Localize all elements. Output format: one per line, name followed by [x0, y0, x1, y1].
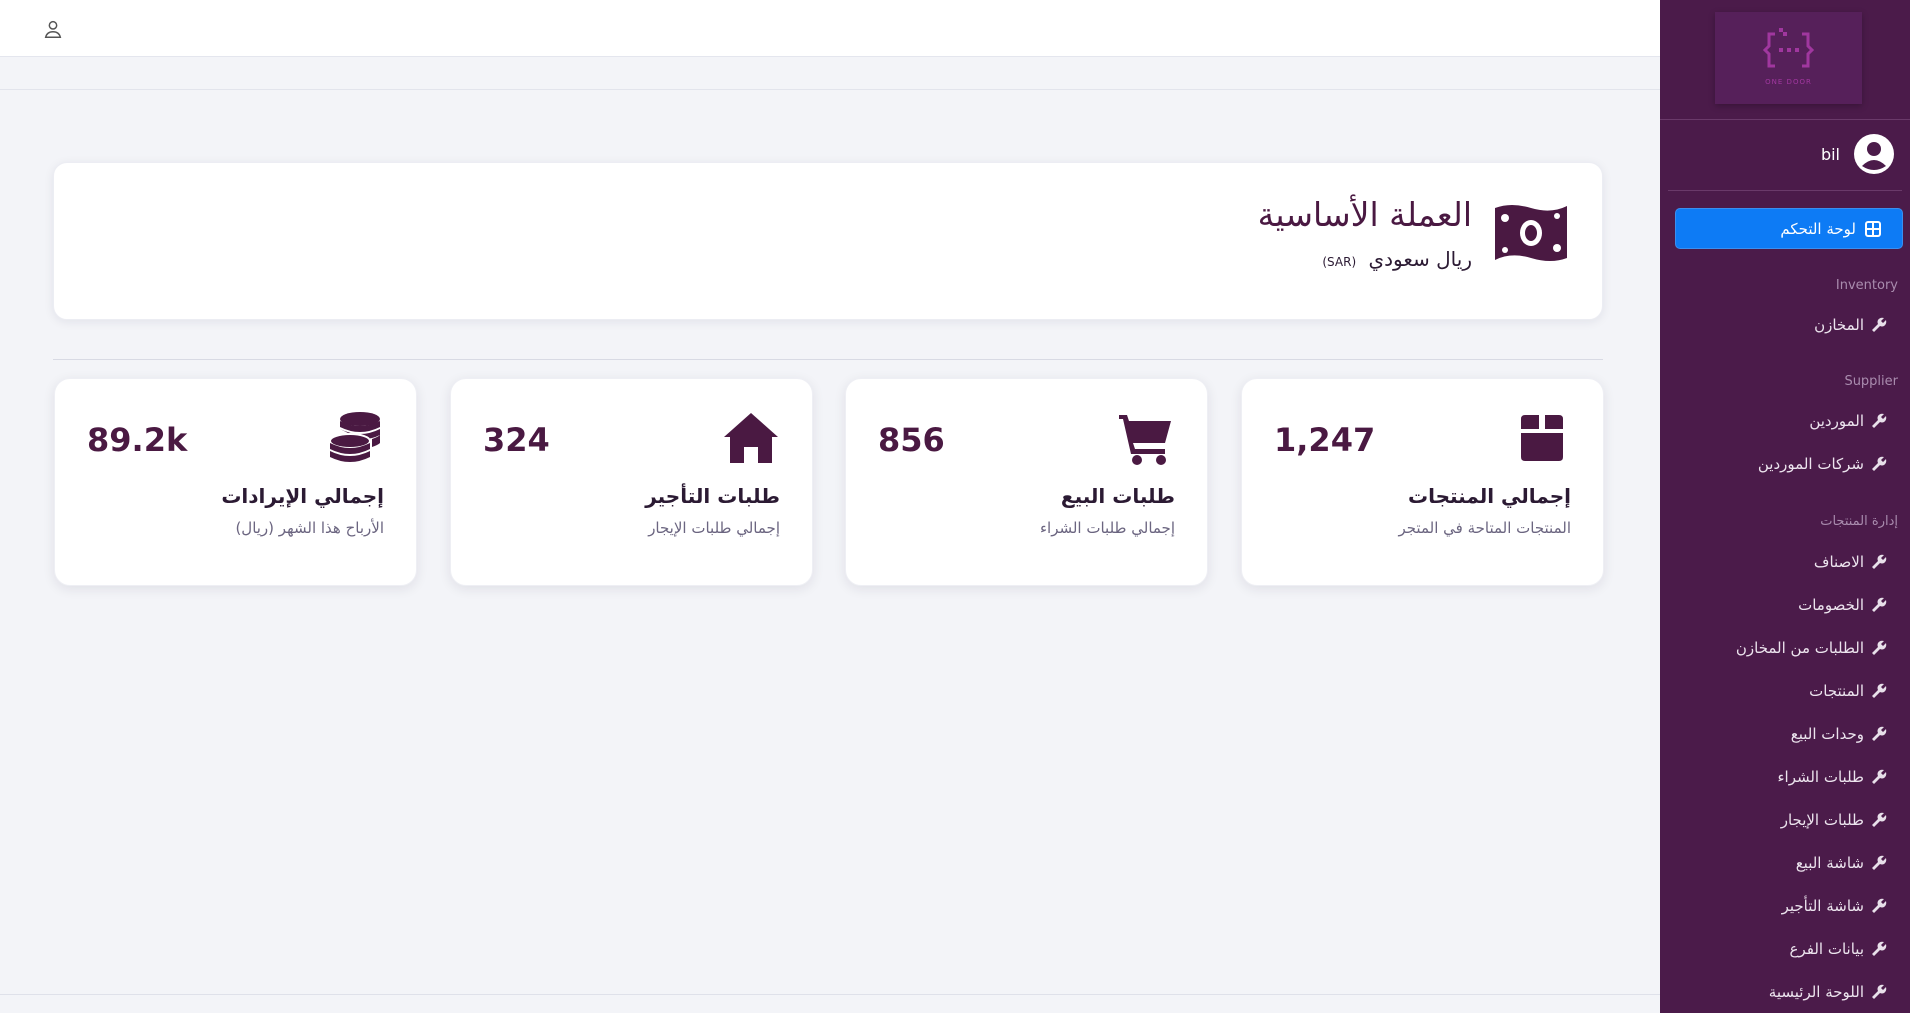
currency-code: (SAR): [1322, 255, 1357, 269]
sidebar: ONE DOOR bil لوحة التحكم Inventory المخا…: [1660, 0, 1910, 1013]
cart-icon: [1119, 415, 1171, 465]
nav-item-label: الموردين: [1809, 412, 1864, 430]
nav-item-sales-screen[interactable]: شاشة البيع: [1796, 850, 1888, 876]
grid-icon: [1865, 220, 1881, 237]
nav-item-label: شاشة التأجير: [1781, 897, 1864, 915]
user-circle-icon: [1855, 135, 1893, 173]
wrench-icon: [1872, 812, 1887, 827]
stat-label: إجمالي المنتجات: [1407, 484, 1571, 508]
stat-value: 89.2k: [87, 421, 188, 459]
nav-item-label: المخازن: [1814, 316, 1864, 334]
nav-item-rental-screen[interactable]: شاشة التأجير: [1782, 893, 1888, 919]
wrench-icon: [1872, 898, 1887, 913]
stat-card-revenue: 89.2k إجمالي الإيرادات الأرباح هذا الشهر…: [54, 378, 417, 586]
home-icon: [724, 413, 778, 463]
nav-item-branch-data[interactable]: بيانات الفرع: [1790, 936, 1888, 962]
nav-item-warehouse-requests[interactable]: الطلبات من المخازن: [1736, 635, 1888, 661]
stat-description: إجمالي طلبات الإيجار: [648, 519, 780, 537]
nav-item-purchase-orders[interactable]: طلبات الشراء: [1777, 764, 1888, 790]
nav-item-label: وحدات البيع: [1790, 725, 1864, 743]
money-bill-icon: [1495, 205, 1567, 261]
wrench-icon: [1872, 769, 1887, 784]
wrench-icon: [1872, 855, 1887, 870]
nav-item-label: الطلبات من المخازن: [1735, 639, 1864, 657]
user-profile[interactable]: bil: [1821, 133, 1894, 175]
currency-name: ريال سعودي (SAR): [1322, 247, 1472, 271]
coins-icon: [329, 412, 380, 462]
nav-dashboard-label: لوحة التحكم: [1780, 219, 1856, 238]
section-title-inventory: Inventory: [1835, 278, 1898, 293]
stat-label: طلبات التأجير: [645, 484, 780, 508]
nav-item-label: شاشة البيع: [1795, 854, 1864, 872]
sidebar-divider: [1668, 190, 1902, 191]
nav-item-categories[interactable]: الاصناف: [1814, 549, 1888, 575]
currency-name-text: ريال سعودي: [1368, 247, 1472, 271]
wrench-icon: [1872, 726, 1887, 741]
nav-item-discounts[interactable]: الخصومات: [1798, 592, 1888, 618]
section-title-product-management: إدارة المنتجات: [1820, 514, 1898, 529]
wrench-icon: [1872, 683, 1887, 698]
section-divider: [53, 359, 1603, 360]
user-icon[interactable]: [42, 18, 64, 40]
wrench-icon: [1872, 456, 1887, 471]
nav-item-label: بيانات الفرع: [1789, 940, 1864, 958]
section-title-supplier: Supplier: [1844, 374, 1898, 389]
stat-value: 856: [878, 421, 945, 459]
nav-item-label: المنتجات: [1809, 682, 1864, 700]
stat-description: إجمالي طلبات الشراء: [1039, 519, 1175, 537]
stat-value: 324: [483, 421, 550, 459]
wrench-icon: [1872, 597, 1887, 612]
currency-title: العملة الأساسية: [1257, 195, 1472, 234]
nav-item-warehouses[interactable]: المخازن: [1814, 312, 1888, 338]
stat-card-products: 1,247 إجمالي المنتجات المنتجات المتاحة ف…: [1241, 378, 1604, 586]
stat-card-rental-orders: 324 طلبات التأجير إجمالي طلبات الإيجار: [450, 378, 813, 586]
nav-item-label: الخصومات: [1798, 596, 1864, 614]
footer-divider: [0, 994, 1660, 995]
nav-item-supplier-companies[interactable]: شركات الموردين: [1758, 451, 1888, 477]
stat-card-sales-orders: 856 طلبات البيع إجمالي طلبات الشراء: [845, 378, 1208, 586]
top-bar: [0, 0, 1660, 57]
stat-description: الأرباح هذا الشهر (ريال): [235, 519, 384, 537]
wrench-icon: [1872, 554, 1887, 569]
avatar: [1854, 134, 1894, 174]
user-name: bil: [1820, 144, 1840, 164]
stat-description: المنتجات المتاحة في المتجر: [1398, 519, 1571, 537]
logo-icon: [1762, 28, 1815, 68]
logo[interactable]: ONE DOOR: [1715, 12, 1862, 104]
stat-label: إجمالي الإيرادات: [221, 484, 384, 508]
wrench-icon: [1872, 317, 1887, 332]
nav-item-products[interactable]: المنتجات: [1809, 678, 1888, 704]
stat-value: 1,247: [1274, 421, 1376, 459]
nav-item-label: اللوحة الرئيسية: [1768, 983, 1864, 1001]
nav-item-rental-orders[interactable]: طلبات الإيجار: [1781, 807, 1888, 833]
sidebar-divider: [1660, 119, 1910, 120]
wrench-icon: [1872, 640, 1887, 655]
box-icon: [1521, 415, 1563, 461]
nav-item-main-dashboard[interactable]: اللوحة الرئيسية: [1769, 979, 1888, 1005]
nav-item-label: الاصناف: [1813, 553, 1864, 571]
wrench-icon: [1872, 984, 1887, 999]
nav-item-label: طلبات الإيجار: [1780, 811, 1864, 829]
nav-item-label: شركات الموردين: [1757, 455, 1864, 473]
wrench-icon: [1872, 941, 1887, 956]
logo-text: ONE DOOR: [1765, 78, 1812, 86]
wrench-icon: [1872, 413, 1887, 428]
nav-item-label: طلبات الشراء: [1777, 768, 1864, 786]
nav-item-suppliers[interactable]: الموردين: [1809, 408, 1888, 434]
nav-item-sales-units[interactable]: وحدات البيع: [1791, 721, 1888, 747]
nav-dashboard-button[interactable]: لوحة التحكم: [1675, 208, 1903, 249]
stat-label: طلبات البيع: [1060, 484, 1175, 508]
base-currency-card: العملة الأساسية ريال سعودي (SAR): [53, 162, 1603, 320]
sub-bar: [0, 57, 1660, 90]
